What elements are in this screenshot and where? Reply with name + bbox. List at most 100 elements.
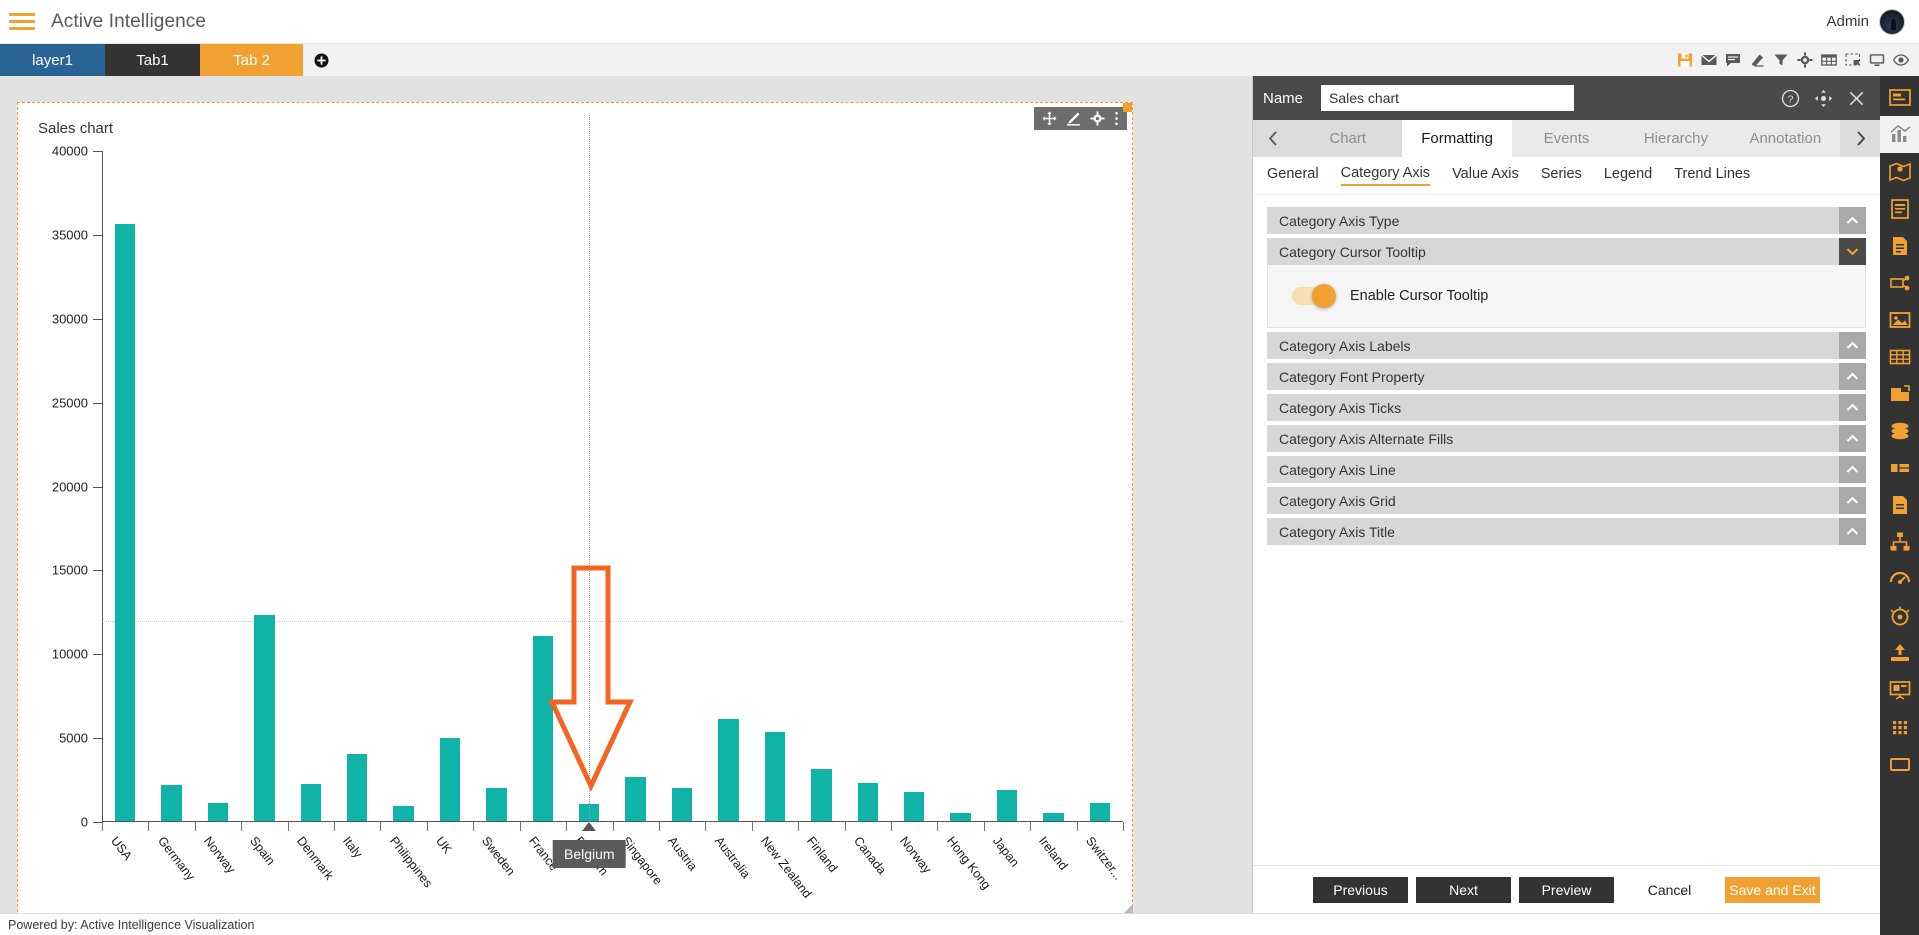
next-button[interactable]: Next xyxy=(1416,877,1511,903)
more-vertical-icon[interactable] xyxy=(1114,111,1119,126)
chart-widget[interactable]: Sales chart 0500010000150002000025000300… xyxy=(17,102,1133,917)
section-header-category-axis-labels[interactable]: Category Axis Labels xyxy=(1267,332,1866,359)
rail-container-icon[interactable] xyxy=(1880,745,1919,782)
tabs-prev-arrow[interactable] xyxy=(1253,120,1293,157)
monitor-icon[interactable] xyxy=(1869,52,1885,68)
move-icon[interactable] xyxy=(1042,111,1057,126)
chart-bar[interactable] xyxy=(811,769,831,821)
name-input[interactable] xyxy=(1321,85,1574,111)
chevron-up-icon[interactable] xyxy=(1839,332,1866,359)
avatar[interactable] xyxy=(1879,9,1905,35)
cancel-button[interactable]: Cancel xyxy=(1622,877,1717,903)
chart-bar[interactable] xyxy=(254,615,274,821)
rail-hierarchy-icon[interactable] xyxy=(1880,523,1919,560)
rail-dots-grid-icon[interactable] xyxy=(1880,708,1919,745)
chart-bar[interactable] xyxy=(1090,803,1110,821)
section-header-category-font-property[interactable]: Category Font Property xyxy=(1267,363,1866,390)
rail-network-icon[interactable] xyxy=(1880,264,1919,301)
chevron-up-icon[interactable] xyxy=(1839,518,1866,545)
chart-bar[interactable] xyxy=(904,792,924,821)
edit-pencil-icon[interactable] xyxy=(1066,111,1081,126)
chevron-up-icon[interactable] xyxy=(1839,394,1866,421)
rail-presentation-icon[interactable] xyxy=(1880,671,1919,708)
chevron-up-icon[interactable] xyxy=(1839,207,1866,234)
help-icon[interactable]: ? xyxy=(1781,89,1800,108)
rail-stack-icon[interactable] xyxy=(1880,412,1919,449)
rail-upload-icon[interactable] xyxy=(1880,634,1919,671)
section-header-category-cursor-tooltip[interactable]: Category Cursor Tooltip xyxy=(1267,238,1866,265)
section-header-category-axis-title[interactable]: Category Axis Title xyxy=(1267,518,1866,545)
add-tab-button[interactable] xyxy=(303,44,339,76)
chart-bar[interactable] xyxy=(440,738,460,821)
eye-icon[interactable] xyxy=(1893,52,1909,68)
chevron-up-icon[interactable] xyxy=(1839,363,1866,390)
chart-bar[interactable] xyxy=(625,777,645,821)
section-header-category-axis-grid[interactable]: Category Axis Grid xyxy=(1267,487,1866,514)
chart-bar[interactable] xyxy=(208,803,228,821)
chart-bar[interactable] xyxy=(997,790,1017,821)
chart-bar[interactable] xyxy=(718,719,738,821)
rail-kpi-icon[interactable] xyxy=(1880,449,1919,486)
gear-icon[interactable] xyxy=(1797,52,1813,68)
chart-bar[interactable] xyxy=(301,784,321,821)
tabs-next-arrow[interactable] xyxy=(1840,120,1880,157)
subtab-value-axis[interactable]: Value Axis xyxy=(1452,166,1519,185)
eraser-icon[interactable] xyxy=(1749,52,1765,68)
section-header-category-axis-ticks[interactable]: Category Axis Ticks xyxy=(1267,394,1866,421)
chevron-down-icon[interactable] xyxy=(1839,238,1866,265)
enable-cursor-tooltip-toggle[interactable] xyxy=(1292,287,1334,305)
chart-bar[interactable] xyxy=(858,783,878,821)
section-header-category-axis-alternate-fills[interactable]: Category Axis Alternate Fills xyxy=(1267,425,1866,452)
rail-chart-icon[interactable] xyxy=(1880,116,1919,153)
panel-sections[interactable]: Category Axis TypeCategory Cursor Toolti… xyxy=(1253,195,1880,865)
save-and-exit-button[interactable]: Save and Exit xyxy=(1725,877,1820,903)
chart-bar[interactable] xyxy=(1043,813,1063,821)
chart-bar[interactable] xyxy=(347,754,367,821)
rail-card-icon[interactable] xyxy=(1880,190,1919,227)
panel-tab-hierarchy[interactable]: Hierarchy xyxy=(1621,120,1730,157)
subtab-trend-lines[interactable]: Trend Lines xyxy=(1674,166,1750,185)
panel-tab-chart[interactable]: Chart xyxy=(1293,120,1402,157)
panel-tab-annotation[interactable]: Annotation xyxy=(1731,120,1840,157)
rail-widget-panel-icon[interactable] xyxy=(1880,79,1919,116)
chart-bar[interactable] xyxy=(672,788,692,821)
move-icon[interactable] xyxy=(1814,89,1833,108)
rail-image-icon[interactable] xyxy=(1880,301,1919,338)
subtab-general[interactable]: General xyxy=(1267,166,1319,185)
resize-handle[interactable] xyxy=(1123,103,1132,112)
rail-report-icon[interactable] xyxy=(1880,486,1919,523)
rail-layers-icon[interactable] xyxy=(1880,375,1919,412)
user-name[interactable]: Admin xyxy=(1826,13,1869,30)
chart-bar[interactable] xyxy=(533,636,553,821)
chart-bar[interactable] xyxy=(393,806,413,821)
save-icon[interactable] xyxy=(1677,52,1693,68)
rail-dial-icon[interactable] xyxy=(1880,597,1919,634)
chart-bar[interactable] xyxy=(950,813,970,821)
chart-plot-area[interactable]: 0500010000150002000025000300003500040000… xyxy=(102,151,1123,822)
subtab-category-axis[interactable]: Category Axis xyxy=(1341,165,1430,186)
panel-tab-events[interactable]: Events xyxy=(1512,120,1621,157)
panel-tab-formatting[interactable]: Formatting xyxy=(1402,120,1511,157)
tab-layer1[interactable]: layer1 xyxy=(0,44,105,76)
rail-document-icon[interactable] xyxy=(1880,227,1919,264)
filter-icon[interactable] xyxy=(1773,52,1789,68)
section-header-category-axis-line[interactable]: Category Axis Line xyxy=(1267,456,1866,483)
hamburger-icon[interactable] xyxy=(9,11,37,33)
resize-icon[interactable] xyxy=(1845,52,1861,68)
tab-tab2[interactable]: Tab 2 xyxy=(200,44,303,76)
table-icon[interactable] xyxy=(1821,52,1837,68)
subtab-legend[interactable]: Legend xyxy=(1604,166,1652,185)
comment-icon[interactable] xyxy=(1725,52,1741,68)
rail-map-icon[interactable] xyxy=(1880,153,1919,190)
mail-icon[interactable] xyxy=(1701,52,1717,68)
previous-button[interactable]: Previous xyxy=(1313,877,1408,903)
chevron-up-icon[interactable] xyxy=(1839,456,1866,483)
preview-button[interactable]: Preview xyxy=(1519,877,1614,903)
chart-bar[interactable] xyxy=(115,224,135,821)
rail-gauge-icon[interactable] xyxy=(1880,560,1919,597)
chart-bar[interactable] xyxy=(161,785,181,821)
subtab-series[interactable]: Series xyxy=(1541,166,1582,185)
chart-bar[interactable] xyxy=(486,788,506,821)
chart-bar[interactable] xyxy=(765,732,785,821)
chevron-up-icon[interactable] xyxy=(1839,487,1866,514)
